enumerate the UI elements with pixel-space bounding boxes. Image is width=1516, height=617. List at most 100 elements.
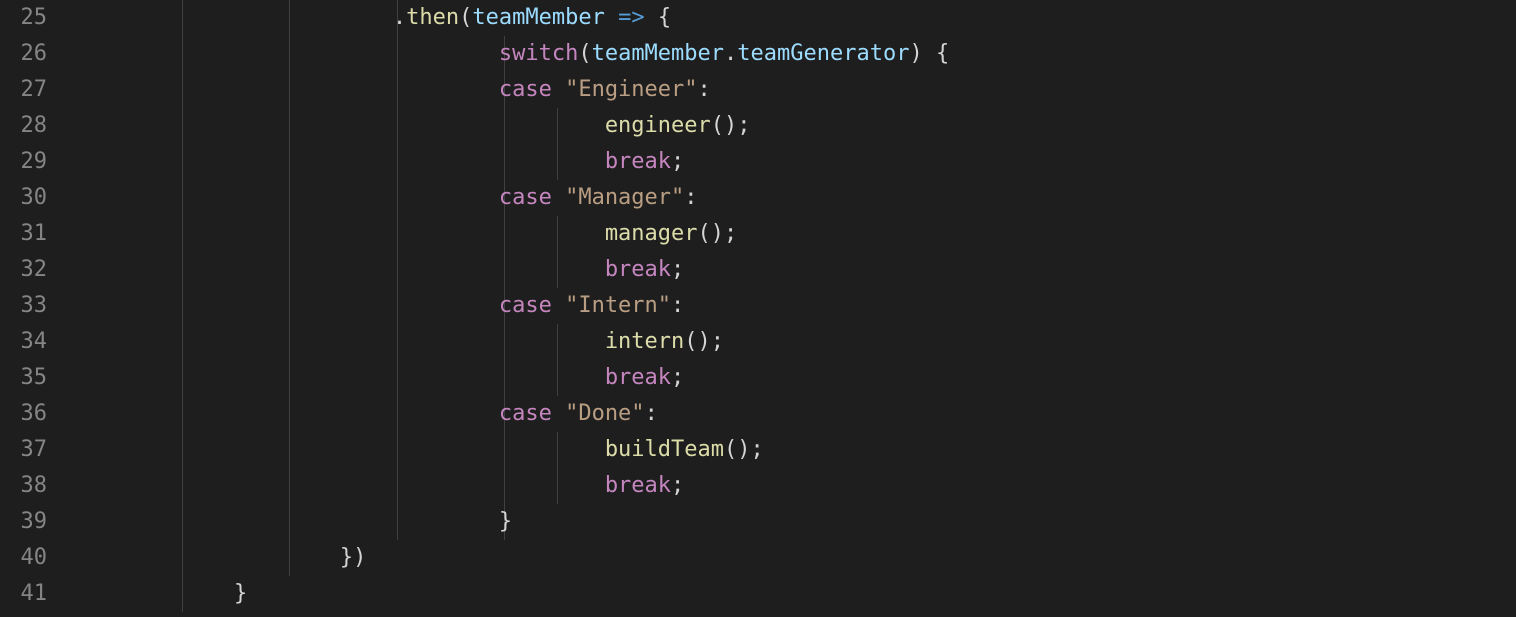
- token: :: [684, 185, 697, 210]
- code-line[interactable]: break;: [75, 468, 1516, 504]
- token: }: [499, 509, 512, 534]
- line-number: 39: [0, 504, 47, 540]
- line-number: 28: [0, 108, 47, 144]
- code-line[interactable]: break;: [75, 360, 1516, 396]
- token: manager: [605, 221, 698, 246]
- code-content: buildTeam();: [75, 437, 764, 462]
- code-line[interactable]: case "Intern":: [75, 288, 1516, 324]
- token: engineer: [605, 113, 711, 138]
- code-content: break;: [75, 257, 684, 282]
- code-line[interactable]: .then(teamMember => {: [75, 0, 1516, 36]
- line-number: 26: [0, 36, 47, 72]
- token: intern: [605, 329, 684, 354]
- token: (: [578, 41, 591, 66]
- code-content: case "Intern":: [75, 293, 684, 318]
- code-line[interactable]: break;: [75, 144, 1516, 180]
- code-line[interactable]: switch(teamMember.teamGenerator) {: [75, 36, 1516, 72]
- line-number: 34: [0, 324, 47, 360]
- code-content: manager();: [75, 221, 737, 246]
- token: .: [724, 41, 737, 66]
- code-line[interactable]: case "Manager":: [75, 180, 1516, 216]
- token: case: [499, 293, 552, 318]
- token: [605, 5, 618, 30]
- line-number: 33: [0, 288, 47, 324]
- token: break: [605, 257, 671, 282]
- token: ();: [711, 113, 751, 138]
- code-content: .then(teamMember => {: [75, 5, 671, 30]
- line-number: 29: [0, 144, 47, 180]
- token: break: [605, 473, 671, 498]
- code-content: case "Engineer":: [75, 77, 711, 102]
- token: ): [909, 41, 922, 66]
- token: case: [499, 77, 552, 102]
- token: "Manager": [565, 185, 684, 210]
- code-line[interactable]: }): [75, 540, 1516, 576]
- line-number: 38: [0, 468, 47, 504]
- token: :: [671, 293, 684, 318]
- token: "Done": [565, 401, 644, 426]
- token: ();: [698, 221, 738, 246]
- token: =>: [618, 5, 645, 30]
- token: }): [340, 545, 367, 570]
- code-line[interactable]: case "Done":: [75, 396, 1516, 432]
- token: case: [499, 185, 552, 210]
- token: buildTeam: [605, 437, 724, 462]
- token: }: [234, 581, 247, 606]
- token: break: [605, 149, 671, 174]
- token: teamMember: [472, 5, 604, 30]
- token: [552, 293, 565, 318]
- token: "Intern": [565, 293, 671, 318]
- token: case: [499, 401, 552, 426]
- code-line[interactable]: buildTeam();: [75, 432, 1516, 468]
- line-number: 31: [0, 216, 47, 252]
- code-line[interactable]: }: [75, 504, 1516, 540]
- token: {: [936, 41, 949, 66]
- code-content: case "Done":: [75, 401, 658, 426]
- code-content: }: [75, 581, 247, 606]
- code-area[interactable]: .then(teamMember => { switch(teamMember.…: [75, 0, 1516, 617]
- code-line[interactable]: }: [75, 576, 1516, 612]
- token: [645, 5, 658, 30]
- code-content: switch(teamMember.teamGenerator) {: [75, 41, 949, 66]
- token: ();: [684, 329, 724, 354]
- token: teamGenerator: [737, 41, 909, 66]
- token: {: [658, 5, 671, 30]
- token: switch: [499, 41, 578, 66]
- line-number: 40: [0, 540, 47, 576]
- token: ;: [671, 257, 684, 282]
- token: break: [605, 365, 671, 390]
- code-content: break;: [75, 149, 684, 174]
- code-line[interactable]: engineer();: [75, 108, 1516, 144]
- code-content: break;: [75, 473, 684, 498]
- token: :: [645, 401, 658, 426]
- code-line[interactable]: case "Engineer":: [75, 72, 1516, 108]
- token: ;: [671, 473, 684, 498]
- token: [552, 401, 565, 426]
- code-content: }: [75, 509, 512, 534]
- token: ;: [671, 149, 684, 174]
- line-number: 36: [0, 396, 47, 432]
- token: :: [698, 77, 711, 102]
- token: (: [459, 5, 472, 30]
- line-number: 41: [0, 576, 47, 612]
- line-number: 25: [0, 0, 47, 36]
- code-line[interactable]: intern();: [75, 324, 1516, 360]
- token: then: [406, 5, 459, 30]
- code-content: case "Manager":: [75, 185, 698, 210]
- token: [552, 77, 565, 102]
- code-editor[interactable]: 2526272829303132333435363738394041 .then…: [0, 0, 1516, 617]
- line-number-gutter: 2526272829303132333435363738394041: [0, 0, 75, 617]
- line-number: 30: [0, 180, 47, 216]
- token: ();: [724, 437, 764, 462]
- code-content: }): [75, 545, 366, 570]
- token: .: [393, 5, 406, 30]
- token: ;: [671, 365, 684, 390]
- code-content: intern();: [75, 329, 724, 354]
- line-number: 27: [0, 72, 47, 108]
- code-content: break;: [75, 365, 684, 390]
- line-number: 32: [0, 252, 47, 288]
- token: [552, 185, 565, 210]
- code-line[interactable]: manager();: [75, 216, 1516, 252]
- code-line[interactable]: break;: [75, 252, 1516, 288]
- token: [923, 41, 936, 66]
